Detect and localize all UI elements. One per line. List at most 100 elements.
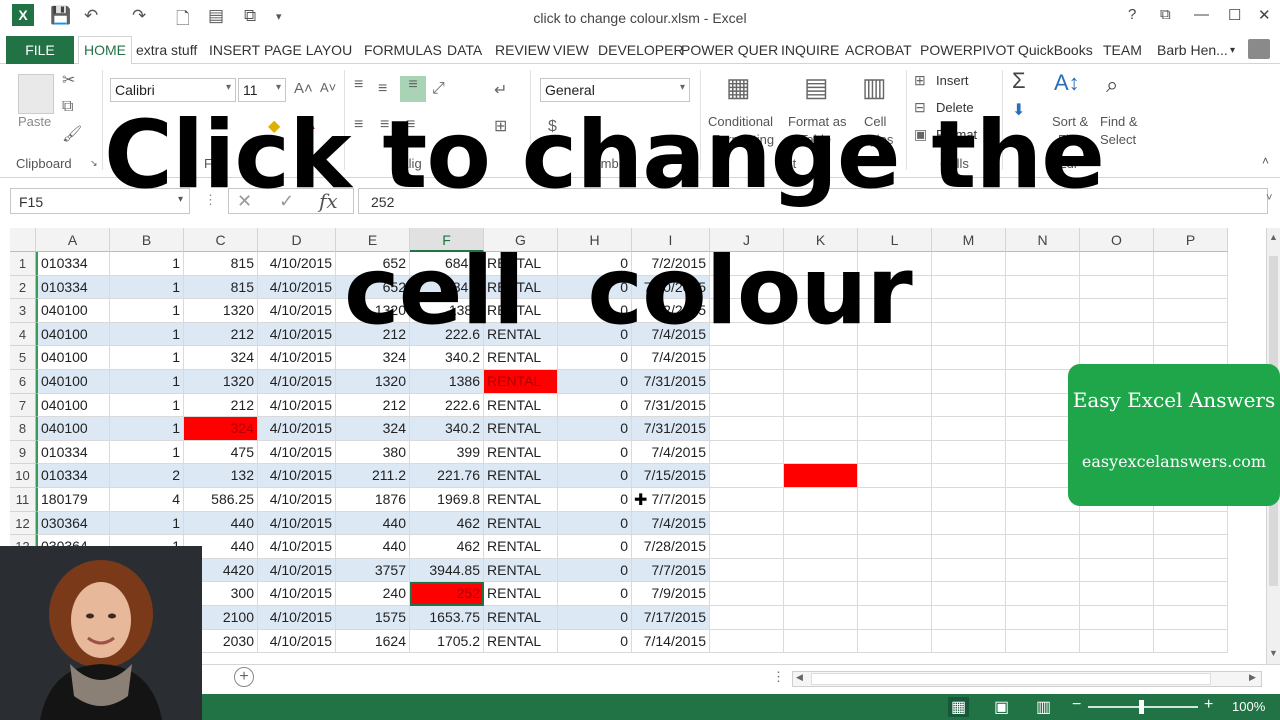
cell-e15[interactable]: 240	[336, 582, 410, 606]
column-header-m[interactable]: M	[932, 228, 1006, 252]
find-select-icon[interactable]: ⌕	[1106, 72, 1118, 98]
cell-a8[interactable]: 040100	[36, 417, 110, 441]
cell-p4[interactable]	[1154, 322, 1228, 347]
cell-g15[interactable]: RENTAL	[484, 582, 558, 606]
cell-i9[interactable]: 7/4/2015	[632, 440, 710, 465]
cell-a5[interactable]: 040100	[36, 346, 110, 370]
scroll-up-icon[interactable]: ▲	[1269, 232, 1278, 242]
cell-m6[interactable]	[932, 370, 1006, 394]
page-layout-view-icon[interactable]: ▣	[994, 697, 1009, 717]
cell-b1[interactable]: 1	[110, 252, 184, 276]
cell-e13[interactable]: 440	[336, 535, 410, 559]
cell-b8[interactable]: 1	[110, 417, 184, 441]
cell-j7[interactable]	[710, 393, 784, 418]
cell-j9[interactable]	[710, 440, 784, 465]
cell-j11[interactable]	[710, 488, 784, 512]
tab-quickbooks[interactable]: QuickBooks	[1018, 42, 1093, 58]
autosum-icon[interactable]: Σ	[1012, 68, 1026, 94]
cell-f8[interactable]: 340.2	[410, 417, 484, 441]
cell-a7[interactable]: 040100	[36, 393, 110, 418]
row-header-12[interactable]: 12	[10, 511, 36, 536]
cell-o16[interactable]	[1080, 606, 1154, 630]
cell-e8[interactable]: 324	[336, 417, 410, 441]
cell-f5[interactable]: 340.2	[410, 346, 484, 370]
row-header-8[interactable]: 8	[10, 417, 36, 441]
cell-c6[interactable]: 1320	[184, 370, 258, 394]
cell-k16[interactable]	[784, 606, 858, 630]
help-button[interactable]: ?	[1128, 6, 1136, 23]
sort-filter-icon[interactable]: A↕	[1054, 70, 1080, 96]
column-header-a[interactable]: A	[36, 228, 110, 252]
tab-powerpivot[interactable]: POWERPIVOT	[920, 42, 1015, 58]
cell-g9[interactable]: RENTAL	[484, 440, 558, 465]
tab-review[interactable]: REVIEW	[495, 42, 550, 58]
insert-cells-icon[interactable]: ⊞	[914, 72, 926, 89]
cell-h5[interactable]: 0	[558, 346, 632, 370]
tab-file[interactable]: FILE	[6, 36, 74, 64]
cell-d14[interactable]: 4/10/2015	[258, 558, 336, 583]
cell-n12[interactable]	[1006, 511, 1080, 536]
cell-k11[interactable]	[784, 488, 858, 512]
cell-m8[interactable]	[932, 417, 1006, 441]
cell-j15[interactable]	[710, 582, 784, 606]
row-header-1[interactable]: 1	[10, 252, 36, 276]
cell-i12[interactable]: 7/4/2015	[632, 511, 710, 536]
cell-j12[interactable]	[710, 511, 784, 536]
cell-h8[interactable]: 0	[558, 417, 632, 441]
cell-j14[interactable]	[710, 558, 784, 583]
cell-h10[interactable]: 0	[558, 464, 632, 488]
cell-f16[interactable]: 1653.75	[410, 606, 484, 630]
cut-icon[interactable]: ✂	[62, 70, 75, 90]
cell-m12[interactable]	[932, 511, 1006, 536]
cell-d7[interactable]: 4/10/2015	[258, 393, 336, 418]
column-header-b[interactable]: B	[110, 228, 184, 252]
cell-d12[interactable]: 4/10/2015	[258, 511, 336, 536]
cell-a11[interactable]: 180179	[36, 488, 110, 512]
cell-m5[interactable]	[932, 346, 1006, 370]
cell-p12[interactable]	[1154, 511, 1228, 536]
copy-icon[interactable]: ⧉	[62, 98, 73, 116]
cell-j16[interactable]	[710, 606, 784, 630]
find-select-label[interactable]: Find &	[1100, 114, 1138, 129]
cell-l5[interactable]	[858, 346, 932, 370]
cell-n16[interactable]	[1006, 606, 1080, 630]
add-sheet-icon[interactable]: +	[234, 667, 254, 687]
cell-b7[interactable]: 1	[110, 393, 184, 418]
cell-l16[interactable]	[858, 606, 932, 630]
cell-o14[interactable]	[1080, 558, 1154, 583]
cell-h15[interactable]: 0	[558, 582, 632, 606]
cell-h11[interactable]: 0	[558, 488, 632, 512]
cell-l15[interactable]	[858, 582, 932, 606]
cell-g13[interactable]: RENTAL	[484, 535, 558, 559]
cell-f14[interactable]: 3944.85	[410, 558, 484, 583]
cell-n4[interactable]	[1006, 322, 1080, 347]
cell-b9[interactable]: 1	[110, 440, 184, 465]
cell-j8[interactable]	[710, 417, 784, 441]
tab-home[interactable]: HOME	[78, 36, 132, 65]
cell-b2[interactable]: 1	[110, 275, 184, 300]
cell-c11[interactable]: 586.25	[184, 488, 258, 512]
zoom-level[interactable]: 100%	[1232, 699, 1265, 714]
cell-m14[interactable]	[932, 558, 1006, 583]
cell-k7[interactable]	[784, 393, 858, 418]
cell-f15[interactable]: 252	[410, 582, 484, 606]
cell-d17[interactable]: 4/10/2015	[258, 629, 336, 654]
cell-p16[interactable]	[1154, 606, 1228, 630]
cell-i14[interactable]: 7/7/2015	[632, 558, 710, 583]
cell-f6[interactable]: 1386	[410, 370, 484, 394]
cell-c8[interactable]: 324	[184, 417, 258, 441]
align-top-icon[interactable]: ≡	[354, 76, 363, 94]
tab-developer[interactable]: DEVELOPER	[598, 42, 684, 58]
splitter-icon[interactable]: ⋮	[772, 669, 785, 685]
cell-a10[interactable]: 010334	[36, 464, 110, 488]
cell-k8[interactable]	[784, 417, 858, 441]
cell-l12[interactable]	[858, 511, 932, 536]
cell-c10[interactable]: 132	[184, 464, 258, 488]
cell-b11[interactable]: 4	[110, 488, 184, 512]
cell-h13[interactable]: 0	[558, 535, 632, 559]
cell-p15[interactable]	[1154, 582, 1228, 606]
cell-m17[interactable]	[932, 629, 1006, 654]
cell-m7[interactable]	[932, 393, 1006, 418]
ribbon-display-button[interactable]: ⧉	[1160, 6, 1171, 23]
cell-i17[interactable]: 7/14/2015	[632, 629, 710, 654]
